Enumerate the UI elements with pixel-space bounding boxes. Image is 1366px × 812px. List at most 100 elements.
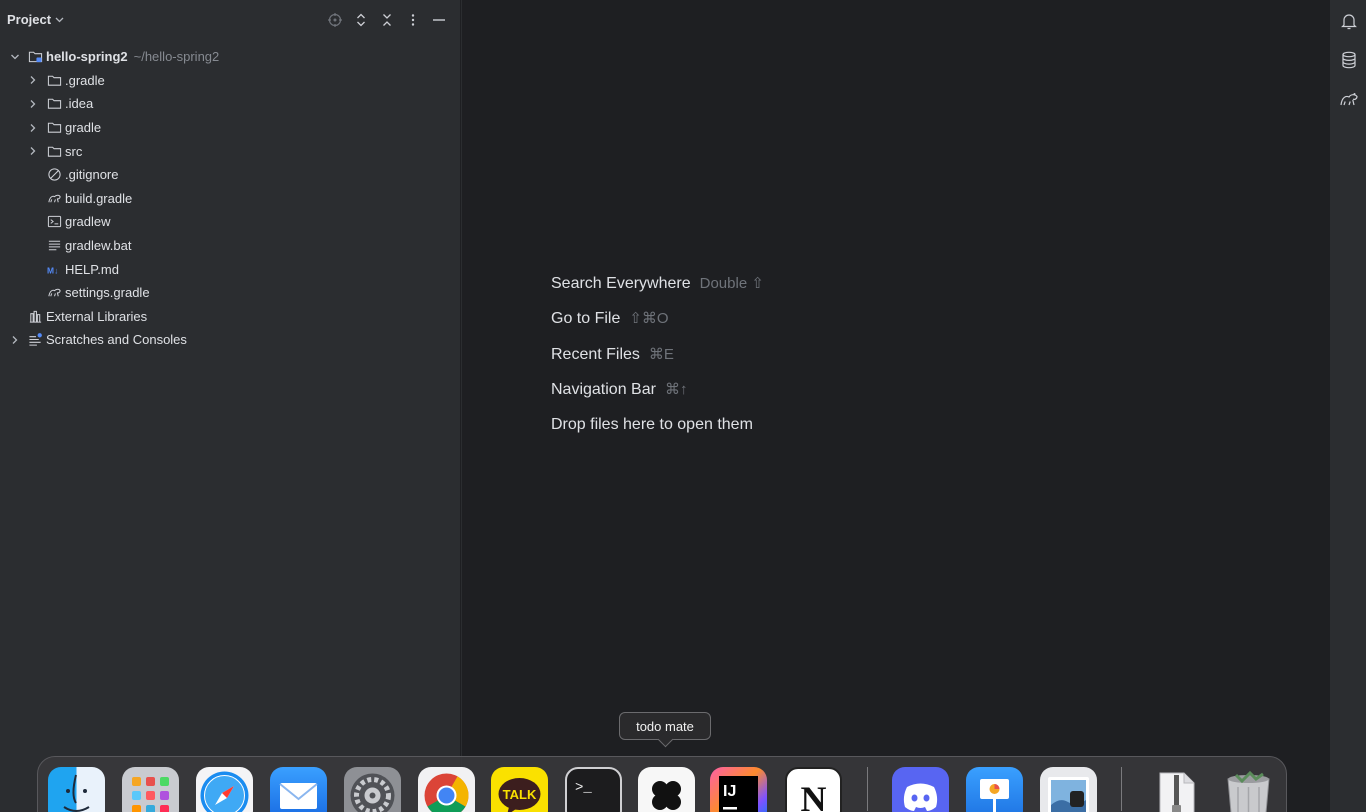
tree-item-label: src (65, 143, 83, 159)
hint-shortcut: ⌘↑ (664, 381, 688, 399)
tree-item-folder[interactable]: src (0, 139, 461, 163)
tree-item-label: hello-spring2 (46, 49, 128, 65)
chevron-right-icon[interactable] (27, 145, 39, 157)
hint-search-everywhere: Search Everywhere Double ⇧ (551, 274, 764, 309)
editor-area[interactable]: Search Everywhere Double ⇧ Go to File ⇧⌘… (462, 0, 1329, 812)
zip-file-icon[interactable] (1148, 767, 1205, 812)
tree-item-label: HELP.md (65, 261, 119, 277)
text-file-icon (46, 238, 62, 254)
terminal-prompt-label: >_ (575, 780, 592, 796)
empty-editor-hints: Search Everywhere Double ⇧ Go to File ⇧⌘… (551, 274, 764, 451)
intellij-label: IJ (723, 783, 736, 800)
tree-item-label: .gradle (65, 72, 105, 88)
tree-item-file[interactable]: M↓ HELP.md (0, 257, 461, 281)
project-tool-window: Project hello-spring2 ~/hello-spring2 .g… (0, 0, 461, 812)
safari-icon[interactable] (196, 767, 253, 812)
shell-script-icon (46, 214, 62, 230)
database-icon[interactable] (1339, 50, 1359, 70)
kakaotalk-label: TALK (503, 787, 537, 802)
dock-separator (1121, 767, 1122, 811)
chevron-right-icon[interactable] (9, 334, 21, 346)
tree-item-folder[interactable]: .gradle (0, 69, 461, 93)
tree-item-label: Scratches and Consoles (46, 332, 187, 348)
terminal-icon[interactable]: >_ (565, 767, 622, 812)
launchpad-icon[interactable] (122, 767, 179, 812)
hint-navigation-bar: Navigation Bar ⌘↑ (551, 380, 764, 415)
trash-icon[interactable] (1220, 767, 1277, 812)
folder-icon (46, 120, 62, 136)
tree-item-label: External Libraries (46, 308, 148, 324)
project-panel-header: Project (0, 0, 461, 40)
todo-mate-icon[interactable] (638, 767, 695, 812)
tree-item-path: ~/hello-spring2 (133, 49, 220, 65)
folder-icon (46, 96, 62, 112)
mail-icon[interactable] (270, 767, 327, 812)
project-panel-title: Project (7, 12, 52, 27)
tree-item-external-libraries[interactable]: External Libraries (0, 305, 461, 329)
gradle-icon[interactable] (1339, 89, 1359, 109)
tree-item-label: .idea (65, 96, 94, 112)
gradle-file-icon (46, 285, 62, 301)
tree-item-file[interactable]: gradlew (0, 210, 461, 234)
hint-shortcut: Double ⇧ (699, 275, 764, 292)
tree-item-scratches[interactable]: Scratches and Consoles (0, 328, 461, 352)
macos-dock: TALK >_ IJ N (37, 756, 1287, 812)
scratches-icon (27, 332, 43, 348)
gitignore-icon (46, 167, 62, 183)
project-view-selector[interactable]: Project (7, 12, 64, 27)
folder-icon (46, 72, 62, 88)
hint-go-to-file: Go to File ⇧⌘O (551, 309, 764, 344)
hint-label: Search Everywhere (551, 275, 691, 292)
kakaotalk-icon[interactable]: TALK (491, 767, 548, 812)
preview-icon[interactable] (1040, 767, 1097, 812)
chevron-down-icon (55, 15, 64, 25)
dock-separator (867, 767, 868, 811)
chrome-icon[interactable] (418, 767, 475, 812)
more-options-icon[interactable] (403, 10, 423, 30)
hint-label: Recent Files (551, 345, 640, 363)
tree-item-folder[interactable]: gradle (0, 116, 461, 140)
notion-label: N (801, 779, 827, 812)
gradle-file-icon (46, 190, 62, 206)
hint-label: Navigation Bar (551, 381, 656, 399)
tree-item-label: gradlew (65, 214, 111, 230)
module-folder-icon (27, 49, 43, 65)
finder-icon[interactable] (48, 767, 105, 812)
tree-item-folder[interactable]: .idea (0, 92, 461, 116)
minimize-icon[interactable] (429, 10, 449, 30)
markdown-file-icon: M↓ (46, 261, 62, 277)
hint-shortcut: ⌘E (648, 345, 674, 363)
chevron-right-icon[interactable] (27, 122, 39, 134)
tree-item-label: build.gradle (65, 190, 133, 206)
hint-label: Drop files here to open them (551, 415, 753, 433)
chevron-right-icon[interactable] (27, 74, 39, 86)
chevron-right-icon[interactable] (27, 98, 39, 110)
chevron-down-icon[interactable] (9, 51, 21, 63)
hint-recent-files: Recent Files ⌘E (551, 345, 764, 380)
locate-icon[interactable] (325, 10, 345, 30)
tree-item-label: gradlew.bat (65, 238, 132, 254)
collapse-all-icon[interactable] (377, 10, 397, 30)
tree-item-label: settings.gradle (65, 285, 150, 301)
right-tool-strip (1329, 0, 1366, 812)
project-tree: hello-spring2 ~/hello-spring2 .gradle .id… (0, 45, 461, 352)
settings-gear-icon[interactable] (344, 767, 401, 812)
notion-icon[interactable]: N (785, 767, 842, 812)
tree-item-module[interactable]: hello-spring2 ~/hello-spring2 (0, 45, 461, 69)
svg-text:M↓: M↓ (47, 265, 58, 275)
tree-item-file[interactable]: gradlew.bat (0, 234, 461, 258)
intellij-icon[interactable]: IJ (710, 767, 767, 812)
discord-icon[interactable] (892, 767, 949, 812)
notifications-icon[interactable] (1339, 11, 1359, 31)
libraries-icon (27, 308, 43, 324)
keynote-icon[interactable] (966, 767, 1023, 812)
folder-icon (46, 143, 62, 159)
hint-label: Go to File (551, 310, 621, 328)
tree-item-file[interactable]: build.gradle (0, 187, 461, 211)
tree-item-file[interactable]: settings.gradle (0, 281, 461, 305)
expand-all-icon[interactable] (351, 10, 371, 30)
hint-shortcut: ⇧⌘O (629, 310, 669, 328)
tree-item-label: gradle (65, 120, 102, 136)
tree-item-file[interactable]: .gitignore (0, 163, 461, 187)
hint-drop-files: Drop files here to open them (551, 416, 764, 451)
